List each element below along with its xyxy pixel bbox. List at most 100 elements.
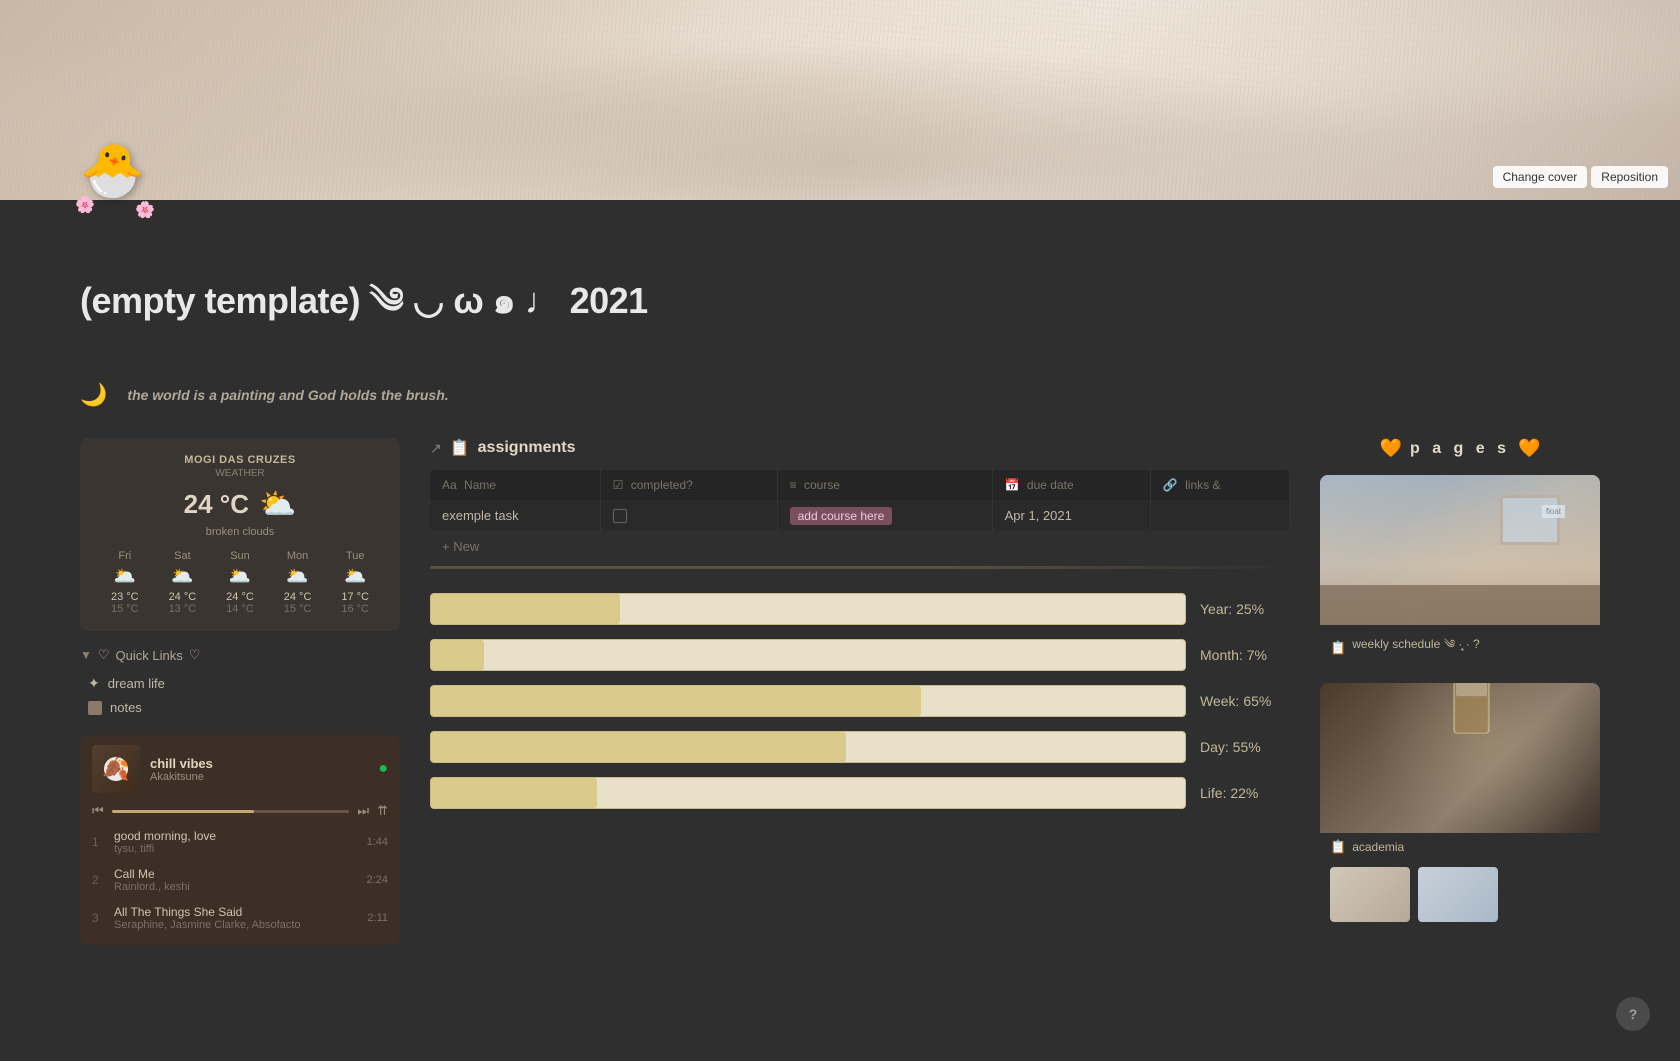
weather-cloud-icon: ⛅ (259, 487, 296, 522)
track-3-info: All The Things She Said Seraphine, Jasmi… (114, 905, 359, 931)
cover-texture (0, 0, 1680, 200)
table-header-row: Aa Name ☑ completed? ≡ course 📅 due date… (430, 470, 1290, 500)
music-controls: ⏮ ⏭ ⇈ (80, 803, 400, 823)
progress-year-track (430, 593, 1186, 625)
track-2-duration: 2:24 (367, 874, 388, 886)
forecast-sun-icon: 🌥️ (211, 566, 269, 587)
music-player: 🍂 chill vibes Akakitsune ● ⏮ (80, 735, 400, 945)
forecast-sat-name: Sat (154, 550, 212, 562)
weather-temp: 24 °C (184, 489, 249, 520)
progress-year-fill (431, 594, 620, 624)
forecast-fri-name: Fri (96, 550, 154, 562)
small-card-2[interactable] (1418, 867, 1498, 922)
forecast-sun-low: 14 °C (211, 603, 269, 615)
forecast-sun: Sun 🌥️ 24 °C 14 °C (211, 550, 269, 615)
progress-week-label: Week: 65% (1200, 693, 1290, 709)
academia-icon: 📋 (1330, 839, 1346, 855)
progress-month-label: Month: 7% (1200, 647, 1290, 663)
spotify-icon: ● (378, 760, 388, 778)
music-progress-fill (112, 810, 255, 813)
table-row: exemple task add course here Apr 1, 2021 (430, 500, 1290, 531)
forecast-fri-low: 15 °C (96, 603, 154, 615)
pages-emoji-right: 🧡 (1518, 438, 1540, 459)
ql-heart-left: ♡ (98, 647, 110, 663)
page-content: 🐣 🌸 🌸 (empty template) ༄ ◡ ω ๑ ♩ 2021 🌙 … (0, 200, 1680, 1061)
progress-week-track (430, 685, 1186, 717)
forecast-tue-high: 17 °C (326, 591, 384, 603)
progress-section: Year: 25% Month: 7% Week: 65% (430, 593, 1290, 809)
right-column: 🧡 p a g e s 🧡 float 📋 weekly schedule ༄ … (1320, 438, 1600, 942)
page-card-schedule[interactable]: float 📋 weekly schedule ༄ ·̩̩̥͙ · ? (1320, 475, 1600, 671)
task-links-cell (1150, 500, 1289, 531)
task-completed-cell (600, 500, 777, 531)
notes-icon (88, 701, 102, 715)
reposition-button[interactable]: Reposition (1591, 166, 1668, 188)
progress-day-label: Day: 55% (1200, 739, 1290, 755)
add-new-button[interactable]: + New (430, 531, 1290, 562)
track-2-info: Call Me Rainlord., keshi (114, 867, 359, 893)
pages-header: 🧡 p a g e s 🧡 (1320, 438, 1600, 459)
album-art: 🍂 (92, 745, 140, 793)
weather-label: WEATHER (96, 468, 384, 479)
ext-link-icon[interactable]: ↗ (430, 440, 442, 457)
progress-month-row: Month: 7% (430, 639, 1290, 671)
weather-forecast: Fri 🌥️ 23 °C 15 °C Sat 🌥️ 24 °C 13 °C Su… (96, 550, 384, 615)
coffee-glass-svg (1444, 683, 1504, 753)
track-1-name: good morning, love (114, 829, 359, 843)
change-cover-button[interactable]: Change cover (1493, 166, 1588, 188)
task-name-cell: exemple task (430, 500, 600, 531)
page-card-academia[interactable]: 📋 academia (1320, 683, 1600, 930)
task-checkbox[interactable] (613, 509, 627, 523)
forecast-sat: Sat 🌥️ 24 °C 13 °C (154, 550, 212, 615)
progress-day-track (430, 731, 1186, 763)
quick-links-section: ▼ ♡ Quick Links ♡ ✦ dream life notes (80, 647, 400, 719)
track-1[interactable]: 1 good morning, love tysu, tiffi 1:44 (80, 823, 400, 861)
track-2-num: 2 (92, 873, 106, 887)
pages-emoji-left: 🧡 (1380, 438, 1402, 459)
help-button[interactable]: ? (1616, 997, 1650, 1031)
track-1-duration: 1:44 (367, 836, 388, 848)
assignments-table: Aa Name ☑ completed? ≡ course 📅 due date… (430, 470, 1290, 531)
progress-week-fill (431, 686, 921, 716)
forecast-sat-icon: 🌥️ (154, 566, 212, 587)
track-3[interactable]: 3 All The Things She Said Seraphine, Jas… (80, 899, 400, 937)
track-1-artists: tysu, tiffi (114, 843, 359, 855)
dream-life-icon: ✦ (88, 675, 100, 692)
small-card-1[interactable] (1330, 867, 1410, 922)
page-title: (empty template) ༄ ◡ ω ๑ ♩ 2021 (80, 260, 1600, 362)
sparkle-left: 🌸 (75, 195, 95, 215)
next-button[interactable]: ⏭ (357, 803, 369, 819)
track-2[interactable]: 2 Call Me Rainlord., keshi 2:24 (80, 861, 400, 899)
notes-label: notes (110, 700, 142, 715)
weather-current: 24 °C ⛅ (96, 487, 384, 522)
cover-image: Change cover Reposition (0, 0, 1680, 200)
forecast-mon-name: Mon (269, 550, 327, 562)
col-due-date: 📅 due date (992, 470, 1150, 500)
cafe-sign: float (1542, 505, 1565, 518)
prev-button[interactable]: ⏮ (92, 803, 104, 819)
weather-description: broken clouds (96, 526, 384, 538)
track-3-num: 3 (92, 911, 106, 925)
quick-links-toggle[interactable]: ▼ (80, 648, 92, 662)
moon-icon: 🌙 (80, 382, 107, 408)
progress-life-fill (431, 778, 597, 808)
music-header: 🍂 chill vibes Akakitsune ● (80, 735, 400, 803)
assignments-title: assignments (478, 439, 576, 457)
forecast-fri-high: 23 °C (96, 591, 154, 603)
forecast-mon: Mon 🌥️ 24 °C 15 °C (269, 550, 327, 615)
progress-month-track (430, 639, 1186, 671)
col-links: 🔗 links & (1150, 470, 1289, 500)
task-course-cell[interactable]: add course here (777, 500, 992, 531)
small-cards-row (1320, 867, 1600, 930)
share-button[interactable]: ⇈ (377, 803, 388, 819)
music-progress-bar[interactable] (112, 810, 350, 813)
quick-link-dream-life[interactable]: ✦ dream life (80, 671, 400, 696)
forecast-tue-name: Tue (326, 550, 384, 562)
progress-week-row: Week: 65% (430, 685, 1290, 717)
track-2-name: Call Me (114, 867, 359, 881)
forecast-tue-low: 16 °C (326, 603, 384, 615)
music-info: chill vibes Akakitsune (150, 756, 368, 783)
quick-link-notes[interactable]: notes (80, 696, 400, 719)
schedule-icon: 📋 (1330, 640, 1346, 656)
forecast-sat-high: 24 °C (154, 591, 212, 603)
